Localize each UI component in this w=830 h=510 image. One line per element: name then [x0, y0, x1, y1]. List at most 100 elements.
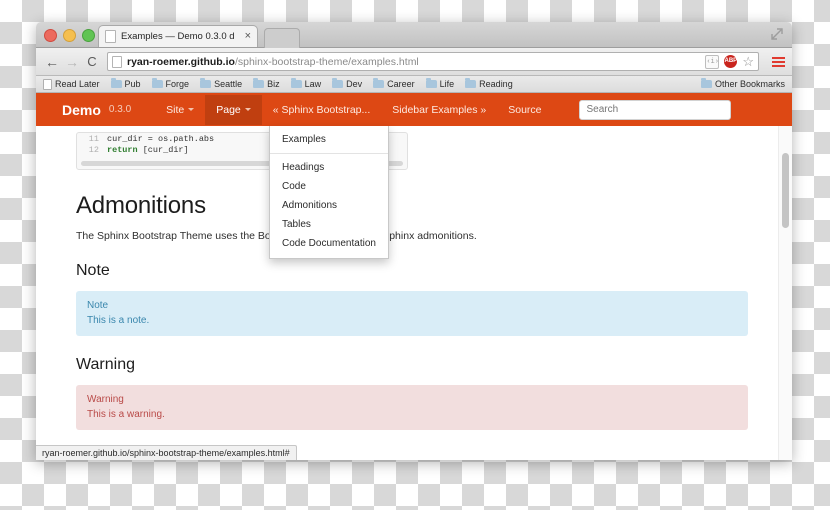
- navitem-label: « Sphinx Bootstrap...: [272, 103, 371, 116]
- navitem-site[interactable]: Site: [155, 95, 205, 125]
- code-line-numbers: 10 11 12: [88, 134, 99, 155]
- minimize-window-button[interactable]: [63, 29, 76, 42]
- bookmark-item[interactable]: Reading: [465, 78, 513, 89]
- bookmark-item[interactable]: Dev: [332, 78, 363, 89]
- site-version: 0.3.0: [108, 104, 132, 115]
- page-scrollbar-thumb[interactable]: [782, 153, 789, 228]
- tab-close-icon[interactable]: ×: [245, 31, 251, 42]
- page-scrollbar[interactable]: [778, 126, 792, 460]
- address-bar-url: ryan-roemer.github.io/sphinx-bootstrap-t…: [127, 56, 419, 68]
- bookmark-label: Law: [304, 79, 322, 89]
- navitem-label: Page: [216, 103, 241, 116]
- warning-title: Warning: [87, 394, 124, 405]
- code-line-10: cur_dir = os.path.abs: [107, 134, 215, 144]
- navitem-next[interactable]: Sidebar Examples »: [381, 95, 497, 125]
- bookmark-label: Seattle: [214, 79, 243, 89]
- back-button[interactable]: ←: [43, 53, 61, 71]
- script-blocker-icon[interactable]: ‹i›: [705, 54, 720, 69]
- bookmark-label: Biz: [267, 79, 280, 89]
- tab-strip: Examples — Demo 0.3.0 d ×: [36, 22, 792, 48]
- note-text: This is a note.: [87, 315, 150, 326]
- dropdown-item-headings[interactable]: Headings: [270, 158, 388, 177]
- folder-icon: [465, 78, 477, 88]
- folder-icon: [253, 78, 265, 88]
- maximize-window-button[interactable]: [82, 29, 95, 42]
- code-keyword-return: return: [107, 145, 138, 155]
- bookmark-item[interactable]: Pub: [110, 78, 141, 89]
- dropdown-item-admonitions[interactable]: Admonitions: [270, 196, 388, 215]
- bookmark-item[interactable]: Seattle: [200, 78, 243, 89]
- bookmark-item[interactable]: Life: [425, 78, 455, 89]
- bookmark-label: Dev: [346, 79, 363, 89]
- navitem-prev[interactable]: « Sphinx Bootstrap...: [262, 95, 381, 125]
- chevron-down-icon: [244, 108, 251, 111]
- page-viewport: Demo 0.3.0 Site Page « Sphinx Bootstrap.…: [36, 93, 792, 460]
- bookmark-label: Life: [439, 79, 455, 89]
- browser-menu-icon[interactable]: [772, 56, 785, 67]
- folder-icon: [290, 78, 302, 88]
- new-tab-button[interactable]: [264, 28, 300, 48]
- address-bar[interactable]: ryan-roemer.github.io/sphinx-bootstrap-t…: [107, 52, 759, 71]
- page-title: Admonitions: [76, 192, 206, 219]
- note-admonition: Note This is a note.: [76, 291, 748, 336]
- url-path: /sphinx-bootstrap-theme/examples.html: [234, 55, 419, 68]
- bookmark-item[interactable]: Career: [373, 78, 415, 89]
- bookmark-item[interactable]: Law: [290, 78, 322, 89]
- bookmark-label: Reading: [479, 79, 513, 89]
- site-brand[interactable]: Demo: [62, 102, 101, 118]
- dropdown-divider: [270, 153, 388, 154]
- dropdown-item-code[interactable]: Code: [270, 177, 388, 196]
- bookmark-label: Career: [387, 79, 415, 89]
- dropdown-item-code-documentation[interactable]: Code Documentation: [270, 234, 388, 253]
- close-window-button[interactable]: [44, 29, 57, 42]
- adblock-icon[interactable]: ABP: [724, 55, 738, 68]
- window-controls[interactable]: [44, 29, 95, 42]
- bookmark-item[interactable]: Read Later: [43, 78, 100, 90]
- bookmark-label: Read Later: [55, 79, 100, 89]
- intro-paragraph: The Sphinx Bootstrap Theme uses the Boot…: [76, 230, 477, 242]
- window-resize-icon[interactable]: [770, 27, 784, 41]
- other-bookmarks-label: Other Bookmarks: [714, 79, 785, 89]
- bookmark-item[interactable]: Biz: [253, 78, 280, 89]
- bookmark-item[interactable]: Forge: [151, 78, 190, 89]
- bookmark-label: Forge: [165, 79, 190, 89]
- folder-icon: [700, 78, 712, 88]
- site-navbar: Demo 0.3.0 Site Page « Sphinx Bootstrap.…: [36, 93, 792, 126]
- section-heading-warning: Warning: [76, 356, 135, 373]
- navitem-label: Sidebar Examples »: [392, 103, 487, 116]
- other-bookmarks-item[interactable]: Other Bookmarks: [700, 78, 785, 89]
- folder-icon: [110, 78, 122, 88]
- search-input[interactable]: [578, 99, 731, 120]
- browser-toolbar: ← → C ryan-roemer.github.io/sphinx-boots…: [36, 48, 792, 76]
- page-info-icon[interactable]: [112, 55, 122, 68]
- folder-icon: [332, 78, 344, 88]
- tab-title: Examples — Demo 0.3.0 d: [121, 31, 235, 42]
- bookmarks-bar: Read Later Pub Forge Seattle Biz Law Dev: [36, 76, 792, 93]
- folder-icon: [373, 78, 385, 88]
- folder-icon: [200, 78, 212, 88]
- tab-favicon-icon: [105, 30, 116, 43]
- document-body: 10 11 12 return os.p xx cur_dir = os.pat…: [36, 132, 792, 460]
- code-line-faded: return os.p xx: [107, 132, 184, 133]
- omnibox-icons: ‹i› ABP ☆: [705, 54, 754, 69]
- note-title: Note: [87, 300, 109, 311]
- warning-admonition: Warning This is a warning.: [76, 385, 748, 430]
- document-icon: [43, 78, 52, 90]
- bookmark-label: Pub: [124, 79, 141, 89]
- folder-icon: [151, 78, 163, 88]
- code-line-11: [cur_dir]: [137, 145, 189, 155]
- forward-button[interactable]: →: [63, 53, 81, 71]
- navitem-source[interactable]: Source: [497, 95, 552, 125]
- bookmark-star-icon[interactable]: ☆: [742, 55, 754, 68]
- warning-text: This is a warning.: [87, 409, 165, 420]
- navitem-page[interactable]: Page: [205, 94, 262, 125]
- url-host: ryan-roemer.github.io: [127, 55, 235, 68]
- page-dropdown-menu: Examples Headings Code Admonitions Table…: [269, 126, 389, 259]
- navitem-label: Site: [166, 103, 185, 116]
- reload-button[interactable]: C: [83, 53, 101, 71]
- section-heading-note: Note: [76, 262, 110, 279]
- browser-tab[interactable]: Examples — Demo 0.3.0 d ×: [98, 25, 258, 47]
- dropdown-item-examples[interactable]: Examples: [270, 130, 388, 149]
- folder-icon: [425, 78, 437, 88]
- dropdown-item-tables[interactable]: Tables: [270, 215, 388, 234]
